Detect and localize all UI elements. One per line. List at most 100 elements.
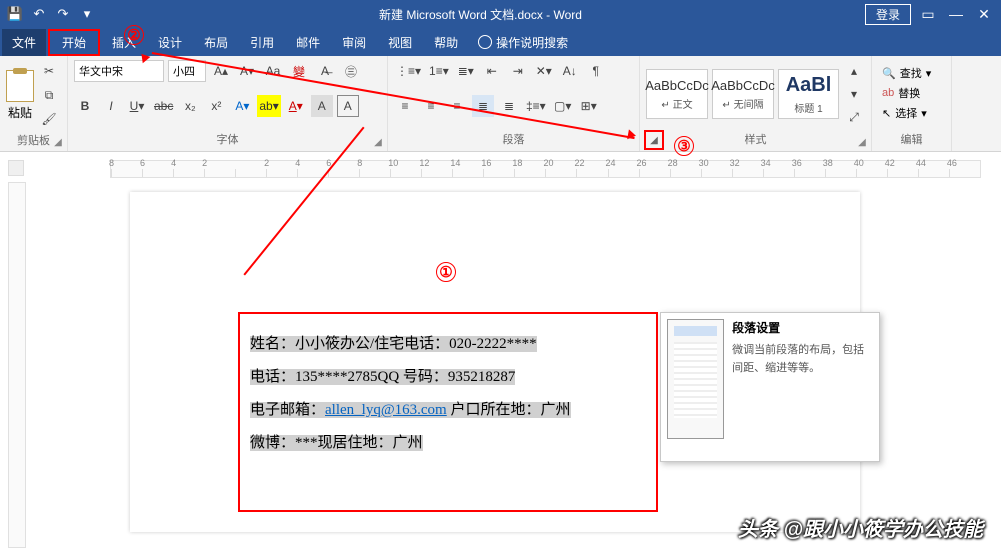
tab-design[interactable]: 设计 — [148, 29, 192, 56]
search-icon: 🔍 — [882, 67, 896, 80]
clipboard-dialog-launcher[interactable]: ◢ — [51, 135, 65, 149]
styles-more-icon[interactable]: ⤢ — [843, 106, 865, 128]
tell-me-label: 操作说明搜索 — [496, 34, 568, 51]
subscript-button[interactable]: x₂ — [179, 95, 201, 117]
decrease-indent-icon[interactable]: ⇤ — [481, 60, 503, 82]
login-button[interactable]: 登录 — [865, 4, 911, 25]
styles-scroll-up-icon[interactable]: ▴ — [843, 60, 865, 82]
asian-layout-icon[interactable]: ✕▾ — [533, 60, 555, 82]
styles-scroll-down-icon[interactable]: ▾ — [843, 83, 865, 105]
doc-line-1: 姓名：小小筱办公/住宅电话：020-2222**** — [250, 336, 537, 352]
doc-line-2: 电话：135****2785QQ 号码：935218287 — [250, 369, 515, 385]
tab-references[interactable]: 引用 — [240, 29, 284, 56]
minimize-icon[interactable]: — — [945, 6, 967, 22]
tab-mailings[interactable]: 邮件 — [286, 29, 330, 56]
style-heading1[interactable]: AaBl 标题 1 — [778, 69, 839, 119]
tab-help[interactable]: 帮助 — [424, 29, 468, 56]
multilevel-list-icon[interactable]: ≣▾ — [455, 60, 477, 82]
replace-button[interactable]: ab替换 — [878, 84, 945, 102]
paste-button[interactable]: 粘贴 — [6, 65, 34, 125]
annotation-1: ① — [436, 262, 456, 282]
highlight-icon[interactable]: ab▾ — [257, 95, 280, 117]
align-center-icon[interactable]: ≡ — [420, 95, 442, 117]
bold-button[interactable]: B — [74, 95, 96, 117]
group-label: 编辑 — [878, 129, 945, 149]
ruler-corner — [8, 160, 24, 176]
tooltip-title: 段落设置 — [732, 319, 873, 336]
paragraph-dialog-launcher[interactable]: ◢ — [644, 130, 664, 150]
style-no-spacing[interactable]: AaBbCcDc ↵ 无间隔 — [712, 69, 774, 119]
annotation-2: ② — [124, 25, 144, 45]
redo-icon[interactable]: ↷ — [54, 5, 72, 23]
replace-icon: ab — [882, 87, 894, 99]
watermark-text: 头条 @跟小小筱学办公技能 — [738, 513, 983, 542]
group-styles: AaBbCcDc ↵ 正文 AaBbCcDc ↵ 无间隔 AaBl 标题 1 ▴… — [640, 56, 872, 151]
format-painter-icon[interactable]: 🖌 — [38, 108, 60, 130]
italic-button[interactable]: I — [100, 95, 122, 117]
find-button[interactable]: 🔍查找▾ — [878, 64, 945, 82]
document-content-selection[interactable]: 姓名：小小筱办公/住宅电话：020-2222**** 电话：135****278… — [238, 312, 658, 512]
email-link[interactable]: allen_lyq@163.com — [325, 402, 447, 418]
styles-dialog-launcher[interactable]: ◢ — [855, 135, 869, 149]
quick-access-toolbar: 💾 ↶ ↷ ▾ — [6, 5, 96, 23]
tell-me-search[interactable]: 操作说明搜索 — [470, 34, 568, 51]
paste-icon — [6, 70, 34, 102]
char-shading-icon[interactable]: A — [311, 95, 333, 117]
borders-icon[interactable]: ⊞▾ — [578, 95, 600, 117]
doc-line-3a: 电子邮箱： — [250, 402, 325, 418]
clear-format-icon[interactable]: A̶ — [314, 60, 336, 82]
font-size-input[interactable] — [168, 60, 206, 82]
cut-icon[interactable]: ✂ — [38, 60, 60, 82]
tab-view[interactable]: 视图 — [378, 29, 422, 56]
style-normal[interactable]: AaBbCcDc ↵ 正文 — [646, 69, 708, 119]
show-marks-icon[interactable]: ¶ — [585, 60, 607, 82]
arrow-head-3 — [627, 129, 637, 140]
sort-icon[interactable]: A↓ — [559, 60, 581, 82]
vertical-ruler[interactable] — [8, 182, 26, 548]
annotation-3: ③ — [674, 136, 694, 156]
tooltip-body: 微调当前段落的布局，包括间距、缩进等等。 — [732, 342, 873, 377]
font-color-icon[interactable]: A▾ — [285, 95, 307, 117]
horizontal-ruler[interactable]: 8642246810121416182022242628303234363840… — [110, 160, 981, 178]
font-name-input[interactable] — [74, 60, 164, 82]
group-font: A▴ A▾ Aa 變 A̶ ㊂ B I U▾ abc x₂ x² A▾ ab▾ … — [68, 56, 388, 151]
title-bar: 💾 ↶ ↷ ▾ 新建 Microsoft Word 文档.docx - Word… — [0, 0, 1001, 28]
ribbon-options-icon[interactable]: ▭ — [917, 6, 939, 23]
paragraph-settings-tooltip: 段落设置 微调当前段落的布局，包括间距、缩进等等。 — [660, 312, 880, 462]
line-spacing-icon[interactable]: ‡≡▾ — [524, 95, 548, 117]
lightbulb-icon — [478, 35, 492, 49]
group-label: 字体 — [74, 129, 381, 149]
tooltip-preview-icon — [667, 319, 724, 439]
increase-indent-icon[interactable]: ⇥ — [507, 60, 529, 82]
undo-icon[interactable]: ↶ — [30, 5, 48, 23]
font-dialog-launcher[interactable]: ◢ — [371, 135, 385, 149]
doc-line-3b: 户口所在地：广州 — [447, 402, 571, 418]
save-icon[interactable]: 💾 — [6, 5, 24, 23]
ribbon: 粘贴 ✂ ⧉ 🖌 剪贴板 ◢ A▴ A▾ Aa 變 A̶ ㊂ B I U▾ ab… — [0, 56, 1001, 152]
doc-line-4: 微博：***现居住地：广州 — [250, 435, 423, 451]
qat-more-icon[interactable]: ▾ — [78, 5, 96, 23]
shading-icon[interactable]: ▢▾ — [552, 95, 574, 117]
document-area: 8642246810121416182022242628303234363840… — [0, 152, 1001, 548]
numbering-icon[interactable]: 1≡▾ — [427, 60, 451, 82]
tab-layout[interactable]: 布局 — [194, 29, 238, 56]
text-effects-icon[interactable]: A▾ — [231, 95, 253, 117]
copy-icon[interactable]: ⧉ — [38, 84, 60, 106]
superscript-button[interactable]: x² — [205, 95, 227, 117]
tab-home[interactable]: 开始 — [48, 29, 100, 56]
group-paragraph: ⋮≡▾ 1≡▾ ≣▾ ⇤ ⇥ ✕▾ A↓ ¶ ≡ ≡ ≡ ≣ ≣ ‡≡▾ ▢▾ … — [388, 56, 640, 151]
char-border-icon[interactable]: A — [337, 95, 359, 117]
bullets-icon[interactable]: ⋮≡▾ — [394, 60, 423, 82]
close-icon[interactable]: ✕ — [973, 6, 995, 23]
underline-button[interactable]: U▾ — [126, 95, 148, 117]
tab-file[interactable]: 文件 — [2, 29, 46, 56]
ribbon-tabs: 文件 开始 插入 设计 布局 引用 邮件 审阅 视图 帮助 操作说明搜索 — [0, 28, 1001, 56]
group-editing: 🔍查找▾ ab替换 ↖选择▾ 编辑 — [872, 56, 952, 151]
tab-review[interactable]: 审阅 — [332, 29, 376, 56]
cursor-icon: ↖ — [882, 107, 891, 120]
group-clipboard: 粘贴 ✂ ⧉ 🖌 剪贴板 ◢ — [0, 56, 68, 151]
enclose-char-icon[interactable]: ㊂ — [340, 60, 362, 82]
window-title: 新建 Microsoft Word 文档.docx - Word — [96, 6, 865, 23]
select-button[interactable]: ↖选择▾ — [878, 104, 945, 122]
strikethrough-button[interactable]: abc — [152, 95, 175, 117]
